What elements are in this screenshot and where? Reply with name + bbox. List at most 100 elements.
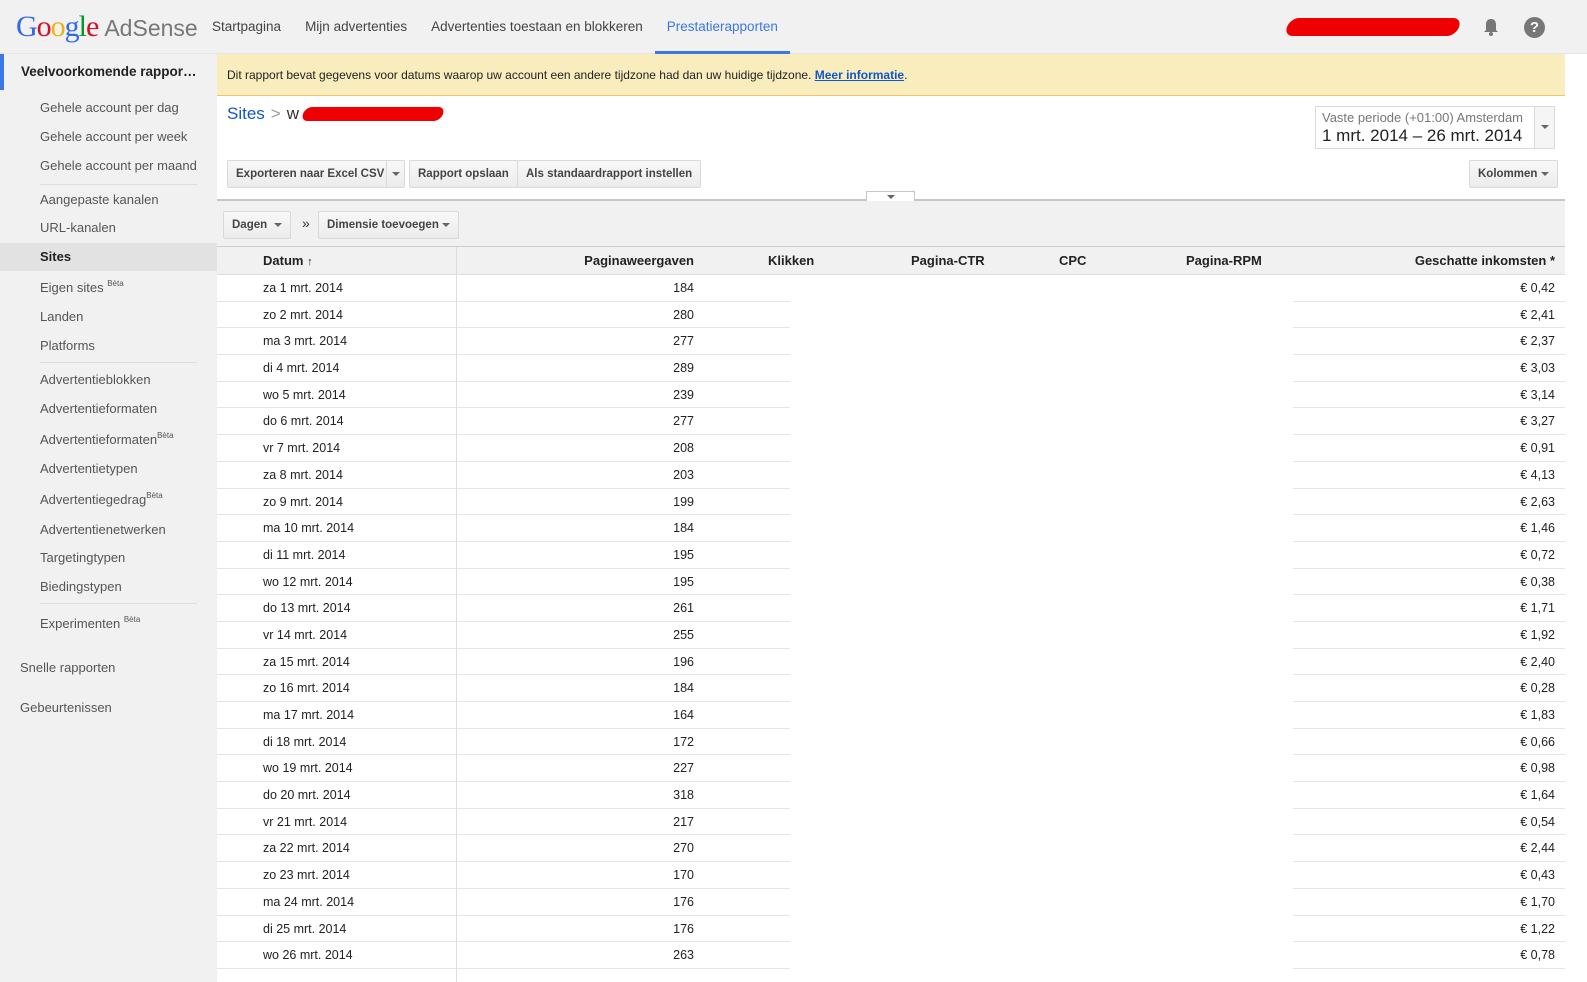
sidebar-item-ad-formats-beta[interactable]: AdvertentieformatenBèta [0,426,217,454]
sidebar-item-custom-channels[interactable]: Aangepaste kanalen [0,186,217,214]
earnings-cell: € 1,46 [1293,515,1565,542]
earnings-cell: € 1,64 [1293,782,1565,809]
date-cell: wo 19 mrt. 2014 [217,755,457,783]
column-header-cpc[interactable]: CPC [1059,247,1086,275]
sidebar-item-platforms[interactable]: Platforms [0,332,217,360]
nav-startpagina[interactable]: Startpagina [200,0,293,54]
table-row: za 1 mrt. 2014 184 € 0,42 [217,275,1565,302]
nav-mijn-advertenties[interactable]: Mijn advertenties [293,0,419,54]
table-row: za 22 mrt. 2014 270 € 2,44 [217,835,1565,863]
sidebar-item-ad-behavior[interactable]: AdvertentiegedragBèta [0,486,217,514]
chevron-down-icon [273,222,282,227]
sidebar-item-countries[interactable]: Landen [0,303,217,331]
date-cell: ma 10 mrt. 2014 [217,515,457,542]
earnings-cell: € 1,22 [1293,916,1565,943]
save-report-button[interactable]: Rapport opslaan [409,160,518,188]
report-table: Datum ↑ Paginaweergaven Klikken Pagina-C… [217,247,1565,969]
notification-bell-icon[interactable] [1481,17,1501,37]
sidebar-item-own-sites[interactable]: Eigen sites Bèta [0,274,217,302]
pageviews-cell: 318 [457,782,790,809]
nav-prestatierapporten[interactable]: Prestatierapporten [654,0,790,54]
earnings-cell: € 0,43 [1293,862,1565,889]
redacted-account-name[interactable] [1283,18,1463,36]
column-header-page-ctr[interactable]: Pagina-CTR [911,247,985,275]
earnings-cell: € 0,38 [1293,569,1565,596]
earnings-cell: € 1,71 [1293,595,1565,622]
column-header-pageviews[interactable]: Paginaweergaven [457,247,694,275]
sidebar-item-sites[interactable]: Sites [0,243,217,271]
sidebar-item-label: Advertentiegedrag [40,492,147,507]
table-row: vr 14 mrt. 2014 255 € 1,92 [217,621,1565,649]
column-header-page-rpm[interactable]: Pagina-RPM [1186,247,1262,275]
breadcrumb-site-prefix: w [286,104,300,123]
pageviews-cell: 184 [457,515,790,542]
sidebar-events[interactable]: Gebeurtenissen [20,700,112,715]
pageviews-cell: 195 [457,569,790,596]
date-cell: do 20 mrt. 2014 [217,782,457,809]
sidebar-item-ad-formats[interactable]: Advertentieformaten [0,395,217,423]
column-header-date[interactable]: Datum ↑ [217,247,457,275]
date-cell: do 13 mrt. 2014 [217,595,457,622]
sidebar-item-account-month[interactable]: Gehele account per maand [0,152,217,180]
dimension-days-dropdown[interactable]: Dagen [223,211,291,239]
chevron-down-icon [392,171,400,176]
sidebar-item-bid-types[interactable]: Biedingstypen [0,573,217,601]
table-row: do 6 mrt. 2014 277 € 3,27 [217,408,1565,436]
earnings-cell: € 0,78 [1293,942,1565,969]
earnings-cell: € 0,54 [1293,809,1565,836]
chevron-down-icon [442,222,451,227]
sidebar-item-ad-types[interactable]: Advertentietypen [0,455,217,483]
date-cell: zo 16 mrt. 2014 [217,675,457,702]
pageviews-cell: 184 [457,275,790,302]
date-range-picker[interactable]: Vaste periode (+01:00) Amsterdam 1 mrt. … [1315,106,1555,149]
columns-button[interactable]: Kolommen [1469,160,1558,188]
set-default-report-button[interactable]: Als standaardrapport instellen [517,160,702,188]
pageviews-cell: 261 [457,595,790,622]
notice-text: Dit rapport bevat gegevens voor datums w… [227,68,812,82]
pageviews-cell: 172 [457,729,790,756]
pageviews-cell: 263 [457,942,790,969]
earnings-cell: € 2,41 [1293,302,1565,329]
sort-ascending-icon: ↑ [307,256,313,268]
sidebar-item-account-week[interactable]: Gehele account per week [0,123,217,151]
pageviews-cell: 184 [457,675,790,702]
date-cell: za 15 mrt. 2014 [217,648,457,676]
google-adsense-logo[interactable]: Google AdSense [16,10,198,44]
sidebar-item-targeting-types[interactable]: Targetingtypen [0,544,217,572]
table-row: wo 26 mrt. 2014 263 € 0,78 [217,942,1565,969]
date-cell: ma 3 mrt. 2014 [217,328,457,356]
sidebar-divider [40,362,197,363]
sidebar-item-account-day[interactable]: Gehele account per dag [0,94,217,122]
export-csv-button[interactable]: Exporteren naar Excel CSV [227,160,394,188]
date-cell: za 1 mrt. 2014 [217,275,457,302]
pageviews-cell: 199 [457,489,790,516]
table-row: do 20 mrt. 2014 318 € 1,64 [217,782,1565,809]
sidebar-divider [40,184,197,185]
sidebar-quick-reports[interactable]: Snelle rapporten [20,660,115,675]
sidebar-item-ad-networks[interactable]: Advertentienetwerken [0,516,217,544]
collapse-chart-toggle[interactable] [866,191,915,201]
column-header-clicks[interactable]: Klikken [768,247,814,275]
date-cell: zo 2 mrt. 2014 [217,301,457,329]
column-header-estimated-earnings[interactable]: Geschatte inkomsten * [1317,247,1555,275]
table-row: ma 10 mrt. 2014 184 € 1,46 [217,515,1565,542]
product-name: AdSense [104,15,198,41]
add-dimension-dropdown[interactable]: Dimensie toevoegen [318,211,460,239]
export-options-dropdown[interactable] [386,160,405,188]
sidebar-item-ad-units[interactable]: Advertentieblokken [0,366,217,394]
sidebar-item-experiments[interactable]: Experimenten Bèta [0,610,217,638]
more-info-link[interactable]: Meer informatie [815,68,904,82]
pageviews-cell: 195 [457,542,790,569]
beta-badge: Bèta [146,491,163,500]
earnings-cell: € 0,91 [1293,435,1565,462]
sidebar-header-common-reports[interactable]: Veelvoorkomende rappor… [0,54,217,90]
sidebar-item-url-channels[interactable]: URL-kanalen [0,214,217,242]
earnings-cell: € 0,28 [1293,675,1565,702]
nav-advertenties-toestaan[interactable]: Advertenties toestaan en blokkeren [419,0,655,54]
pageviews-cell: 164 [457,702,790,729]
table-row: ma 24 mrt. 2014 176 € 1,70 [217,888,1565,916]
breadcrumb-sites-link[interactable]: Sites [227,104,265,124]
date-range-dropdown[interactable] [1534,107,1554,148]
date-cell: do 6 mrt. 2014 [217,408,457,436]
help-icon[interactable]: ? [1524,17,1545,38]
